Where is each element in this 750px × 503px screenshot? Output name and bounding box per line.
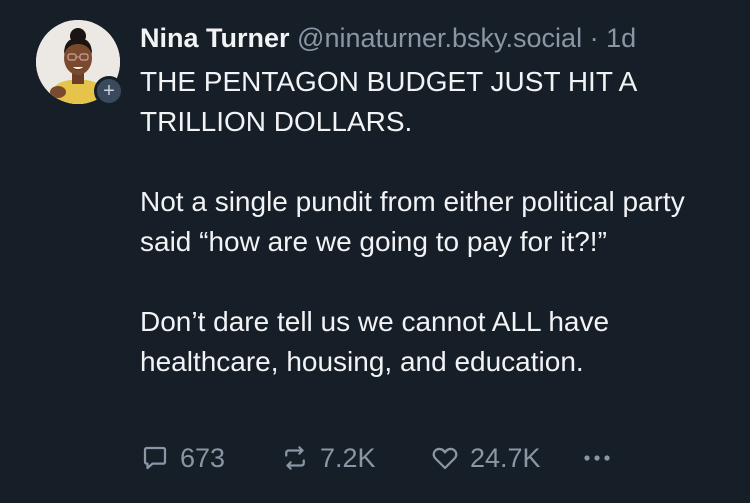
like-button[interactable]: 24.7K: [430, 443, 580, 474]
more-icon: [584, 455, 610, 461]
post-content: Nina Turner @ninaturner.bsky.social · 1d…: [140, 18, 730, 382]
more-options-button[interactable]: [580, 443, 620, 473]
heart-icon: [432, 447, 458, 470]
post-body: THE PENTAGON BUDGET JUST HIT A TRILLION …: [140, 62, 730, 382]
post-header: Nina Turner @ninaturner.bsky.social · 1d: [140, 18, 730, 58]
post-card[interactable]: + Nina Turner @ninaturner.bsky.social · …: [0, 0, 750, 503]
post-paragraph-3: Don’t dare tell us we cannot ALL have he…: [140, 306, 610, 377]
repost-button[interactable]: 7.2K: [280, 443, 430, 474]
author-handle[interactable]: @ninaturner.bsky.social: [297, 23, 582, 53]
follow-plus-button[interactable]: +: [94, 76, 124, 106]
post-timestamp[interactable]: 1d: [606, 23, 636, 53]
post-actions: 673 7.2K 24.7K: [140, 440, 620, 476]
post-paragraph-2: Not a single pundit from either politica…: [140, 186, 685, 257]
reply-button[interactable]: 673: [140, 443, 280, 474]
plus-icon: +: [103, 80, 115, 102]
repost-icon: [285, 446, 305, 470]
post-paragraph-1: THE PENTAGON BUDGET JUST HIT A TRILLION …: [140, 66, 636, 137]
repost-count: 7.2K: [320, 442, 376, 473]
reply-count: 673: [180, 442, 226, 473]
header-separator: ·: [589, 23, 599, 53]
avatar-container[interactable]: +: [36, 20, 124, 106]
reply-icon: [143, 446, 167, 470]
like-count: 24.7K: [470, 442, 541, 473]
author-display-name[interactable]: Nina Turner: [140, 23, 290, 53]
